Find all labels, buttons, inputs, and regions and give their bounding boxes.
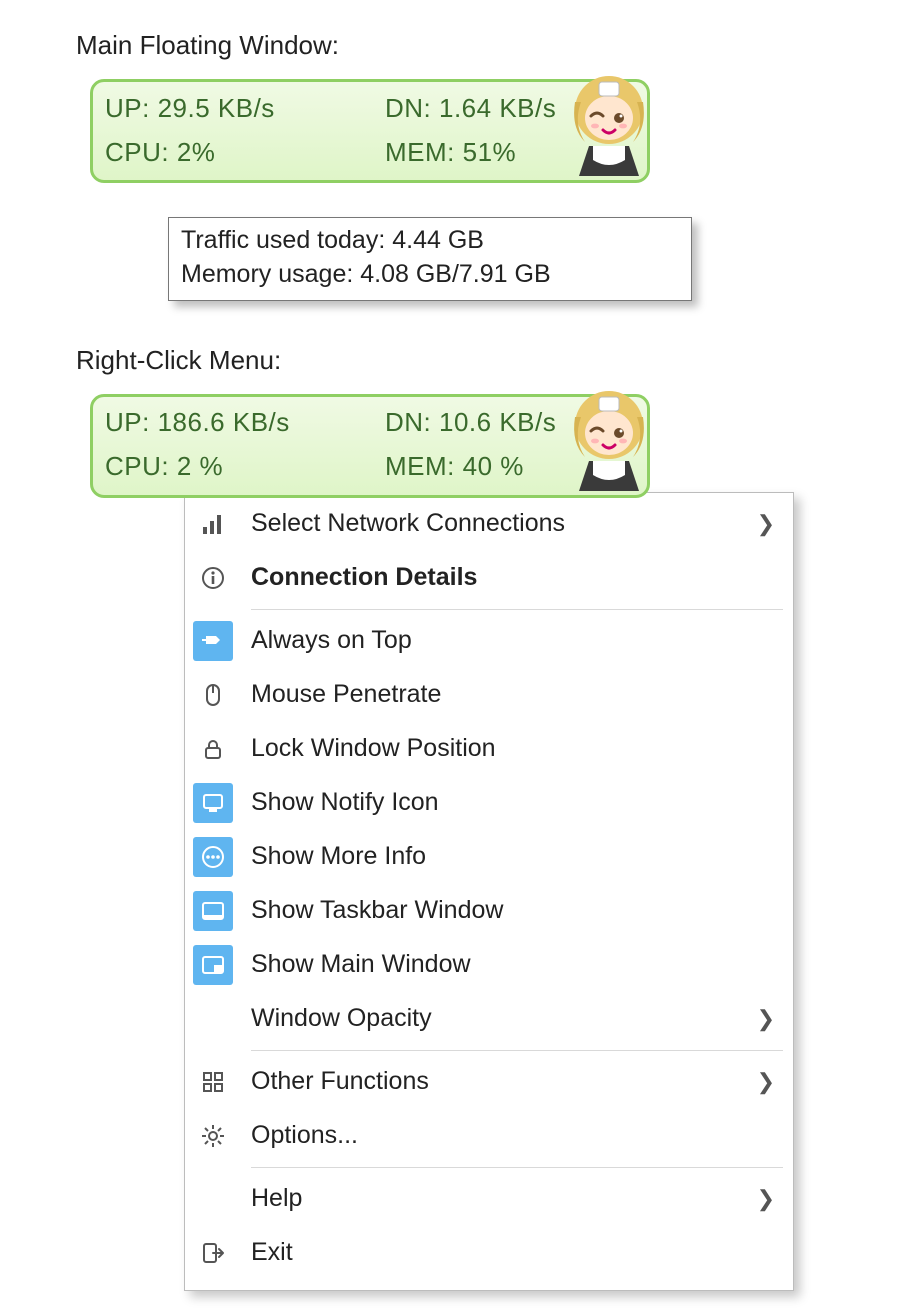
widget1-cpu: CPU: 2% xyxy=(105,137,385,168)
tooltip-memory: Memory usage: 4.08 GB/7.91 GB xyxy=(181,258,679,292)
menu-separator xyxy=(251,1167,783,1168)
floating-widget-2[interactable]: UP: 186.6 KB/s DN: 10.6 KB/s CPU: 2 % ME… xyxy=(90,394,650,498)
submenu-arrow-icon: ❯ xyxy=(751,1006,775,1032)
menu-item-connection-details[interactable]: Connection Details xyxy=(185,551,793,605)
menu-label: Exit xyxy=(241,1238,775,1267)
menu-label: Mouse Penetrate xyxy=(241,680,775,709)
menu-item-help[interactable]: Help ❯ xyxy=(185,1172,793,1226)
window-icon xyxy=(193,945,233,985)
menu-item-always-on-top[interactable]: Always on Top xyxy=(185,614,793,668)
widget1-dn: DN: 1.64 KB/s xyxy=(385,93,645,124)
widget2-cpu: CPU: 2 % xyxy=(105,451,385,482)
tray-icon xyxy=(193,783,233,823)
menu-item-show-more[interactable]: Show More Info xyxy=(185,830,793,884)
info-icon xyxy=(193,558,233,598)
exit-icon xyxy=(193,1233,233,1273)
gear-icon xyxy=(193,1116,233,1156)
floating-widget-1[interactable]: UP: 29.5 KB/s DN: 1.64 KB/s CPU: 2% MEM:… xyxy=(90,79,650,183)
menu-item-mouse-penetrate[interactable]: Mouse Penetrate xyxy=(185,668,793,722)
lock-icon xyxy=(193,729,233,769)
heading-right-click-menu: Right-Click Menu: xyxy=(76,345,912,376)
menu-label: Lock Window Position xyxy=(241,734,775,763)
menu-item-options[interactable]: Options... xyxy=(185,1109,793,1163)
taskbar-icon xyxy=(193,891,233,931)
grid-icon xyxy=(193,1062,233,1102)
menu-label: Other Functions xyxy=(241,1067,751,1096)
menu-item-show-main[interactable]: Show Main Window xyxy=(185,938,793,992)
menu-item-select-network[interactable]: Select Network Connections ❯ xyxy=(185,497,793,551)
menu-item-show-notify[interactable]: Show Notify Icon xyxy=(185,776,793,830)
menu-label: Show Main Window xyxy=(241,950,775,979)
menu-item-lock-window[interactable]: Lock Window Position xyxy=(185,722,793,776)
menu-label: Window Opacity xyxy=(241,1004,751,1033)
menu-label: Connection Details xyxy=(241,563,775,592)
submenu-arrow-icon: ❯ xyxy=(751,511,775,537)
menu-item-show-taskbar[interactable]: Show Taskbar Window xyxy=(185,884,793,938)
menu-item-opacity[interactable]: Window Opacity ❯ xyxy=(185,992,793,1046)
submenu-arrow-icon: ❯ xyxy=(751,1069,775,1095)
menu-label: Show Notify Icon xyxy=(241,788,775,817)
heading-floating-window: Main Floating Window: xyxy=(76,30,912,61)
menu-label: Select Network Connections xyxy=(241,509,751,538)
menu-label: Always on Top xyxy=(241,626,775,655)
signal-bars-icon xyxy=(193,504,233,544)
widget1-mem: MEM: 51% xyxy=(385,137,645,168)
mouse-icon xyxy=(193,675,233,715)
menu-item-exit[interactable]: Exit xyxy=(185,1226,793,1280)
widget2-up: UP: 186.6 KB/s xyxy=(105,407,385,438)
menu-label: Show Taskbar Window xyxy=(241,896,775,925)
pin-icon xyxy=(193,621,233,661)
widget1-up: UP: 29.5 KB/s xyxy=(105,93,385,124)
menu-item-other-functions[interactable]: Other Functions ❯ xyxy=(185,1055,793,1109)
menu-separator xyxy=(251,1050,783,1051)
submenu-arrow-icon: ❯ xyxy=(751,1186,775,1212)
widget2-mem: MEM: 40 % xyxy=(385,451,645,482)
menu-label: Help xyxy=(241,1184,751,1213)
widget2-dn: DN: 10.6 KB/s xyxy=(385,407,645,438)
more-icon xyxy=(193,837,233,877)
tooltip-traffic: Traffic used today: 4.44 GB xyxy=(181,224,679,258)
menu-label: Show More Info xyxy=(241,842,775,871)
menu-separator xyxy=(251,609,783,610)
menu-label: Options... xyxy=(241,1121,775,1150)
context-menu: Select Network Connections ❯ Connection … xyxy=(184,492,794,1291)
tooltip-box: Traffic used today: 4.44 GB Memory usage… xyxy=(168,217,692,301)
